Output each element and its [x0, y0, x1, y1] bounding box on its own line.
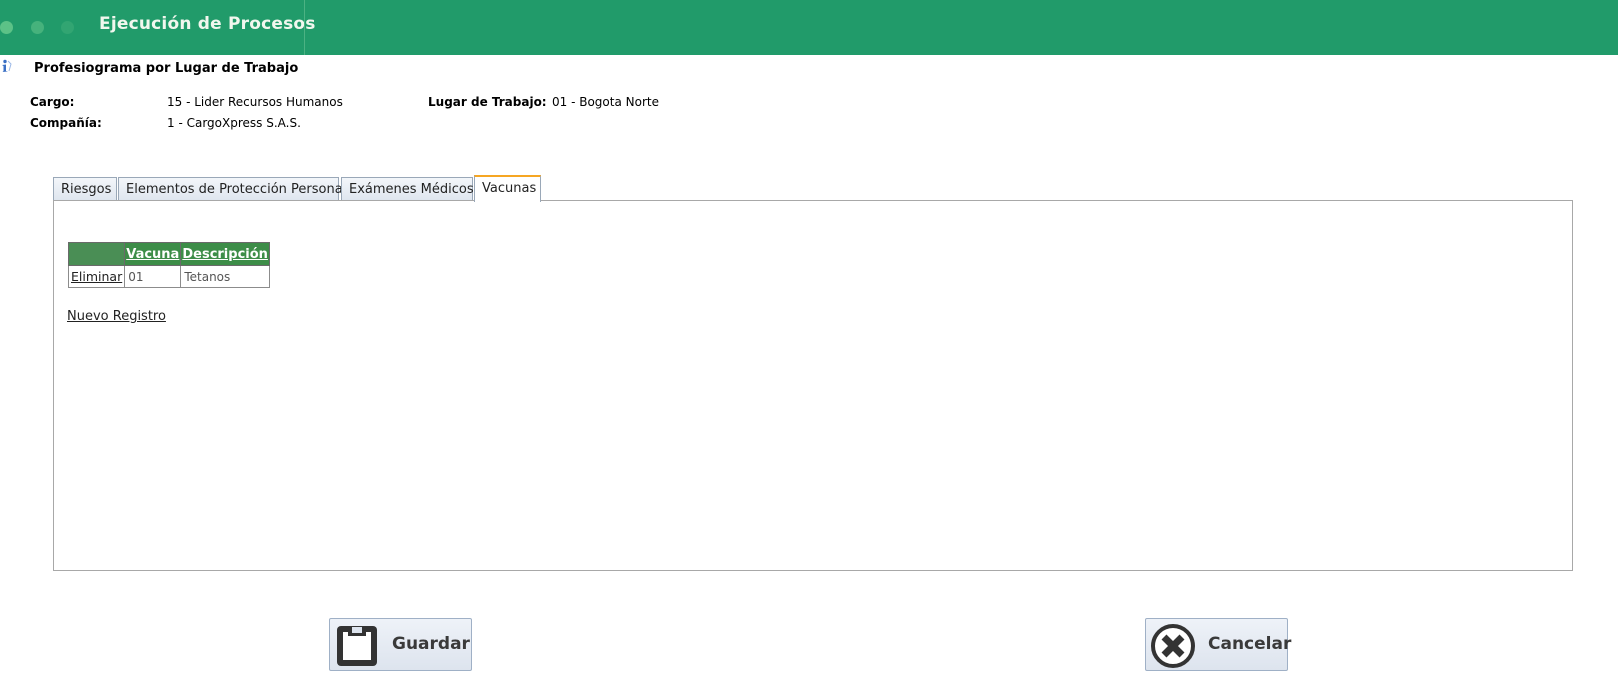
tab-examenes-medicos[interactable]: Exámenes Médicos — [341, 177, 474, 200]
grid-cell-descripcion: Tetanos — [180, 265, 270, 288]
tab-elementos-proteccion-personal[interactable]: Elementos de Protección Personal — [118, 177, 346, 200]
cargo-label: Cargo: — [30, 95, 75, 109]
window-dot-icon — [61, 21, 74, 34]
tab-riesgos[interactable]: Riesgos — [53, 177, 117, 200]
window-dot-icon — [31, 21, 44, 34]
cancel-button[interactable]: Cancelar — [1145, 618, 1292, 671]
grid-header-row: Vacuna Descripción — [67, 242, 270, 266]
window-dot-icon — [0, 21, 13, 34]
save-button[interactable]: Guardar — [329, 618, 472, 671]
table-row: Eliminar 01 Tetanos — [67, 265, 270, 288]
lugar-trabajo-value: 01 - Bogota Norte — [552, 95, 659, 109]
tab-vacunas[interactable]: Vacunas — [474, 175, 541, 202]
grid-header-descripcion[interactable]: Descripción — [180, 242, 270, 266]
tab-panel-vacunas — [53, 200, 1573, 571]
grid-header-actions — [67, 242, 126, 266]
lugar-trabajo-label: Lugar de Trabajo: — [428, 95, 547, 109]
header-divider — [304, 0, 305, 55]
cancel-button-label: Cancelar — [1208, 634, 1292, 654]
nuevo-registro-link[interactable]: Nuevo Registro — [67, 309, 166, 324]
app-title: Ejecución de Procesos — [99, 14, 316, 34]
app-header: Ejecución de Procesos — [0, 0, 1618, 55]
grid-cell-action: Eliminar — [67, 265, 126, 288]
info-icon — [2, 59, 12, 72]
grid-header-vacuna[interactable]: Vacuna — [124, 242, 182, 266]
save-button-label: Guardar — [392, 634, 470, 654]
eliminar-link[interactable]: Eliminar — [71, 269, 122, 284]
cancel-x-circle-icon — [1151, 624, 1195, 668]
compania-label: Compañía: — [30, 116, 102, 130]
cargo-value: 15 - Lider Recursos Humanos — [167, 95, 343, 109]
page-title: Profesiograma por Lugar de Trabajo — [34, 61, 299, 76]
grid-cell-vacuna: 01 — [124, 265, 182, 288]
compania-value: 1 - CargoXpress S.A.S. — [167, 116, 301, 130]
vacunas-grid: Vacuna Descripción Eliminar 01 Tetanos — [67, 242, 270, 288]
floppy-disk-icon — [337, 626, 377, 666]
